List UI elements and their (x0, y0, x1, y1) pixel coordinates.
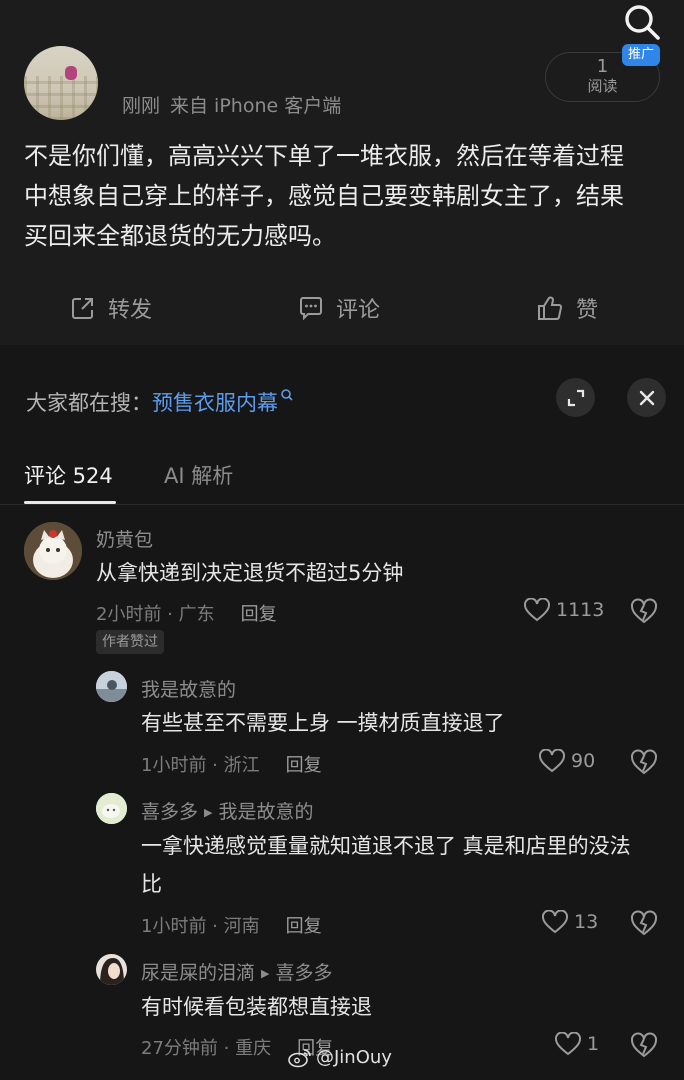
active-tab-indicator (24, 501, 116, 504)
hot-search-prefix: 大家都在搜： (26, 391, 152, 415)
dislike-button[interactable] (630, 1032, 658, 1062)
reply-like-button[interactable]: 13 (542, 910, 598, 934)
post-meta: 刚刚 来自 iPhone 客户端 (122, 91, 341, 118)
like-button[interactable]: 赞 (536, 286, 598, 330)
broken-heart-icon (631, 749, 657, 775)
reply-button[interactable]: 回复 (241, 604, 277, 625)
like-count: 90 (571, 750, 596, 772)
reply-button[interactable]: 回复 (286, 916, 322, 937)
reply-meta: 1小时前 · 河南 回复 (141, 912, 322, 938)
expand-button[interactable] (556, 378, 595, 417)
repost-icon (72, 298, 93, 319)
post-source: 来自 iPhone 客户端 (170, 95, 342, 117)
reply-time: 1小时前 · 浙江 (141, 755, 260, 776)
broken-heart-icon (631, 910, 657, 936)
reply-avatar[interactable] (96, 671, 127, 702)
reply-to-user[interactable]: 喜多多 (275, 962, 332, 984)
reply-time: 1小时前 · 河南 (141, 916, 260, 937)
reply-user: 喜多多 ▶ 我是故意的 (141, 797, 314, 824)
read-label: 阅读 (587, 77, 618, 95)
dislike-button[interactable] (630, 749, 658, 779)
comment-meta: 2小时前 · 广东 回复 (96, 600, 277, 626)
search-small-icon (281, 389, 293, 401)
reply-avatar[interactable] (96, 793, 127, 824)
reply-to-user[interactable]: 我是故意的 (218, 801, 313, 823)
reply-time: 27分钟前 · 重庆 (141, 1038, 272, 1059)
comment-icon (300, 297, 322, 321)
comment-user[interactable]: 奶黄包 (96, 525, 153, 552)
reply-like-button[interactable]: 1 (555, 1032, 599, 1056)
reply-user: 尿是屎的泪滴 ▶ 喜多多 (141, 958, 333, 985)
close-icon (639, 390, 654, 405)
heart-icon (542, 910, 568, 934)
reply-user[interactable]: 我是故意的 (141, 675, 236, 702)
reply-like-button[interactable]: 90 (539, 749, 595, 773)
author-liked-badge: 作者赞过 (96, 630, 164, 654)
heart-icon (555, 1032, 581, 1056)
dislike-button[interactable] (630, 598, 658, 628)
broken-heart-icon (631, 1032, 657, 1058)
post-time: 刚刚 (122, 95, 161, 117)
like-label: 赞 (576, 298, 599, 323)
reply-user-name[interactable]: 尿是屎的泪滴 (141, 962, 255, 984)
comment-text: 从拿快递到决定退货不超过5分钟 (96, 561, 404, 585)
reply-meta: 1小时前 · 浙江 回复 (141, 751, 322, 777)
weibo-logo-icon (288, 1048, 311, 1067)
repost-label: 转发 (108, 298, 153, 323)
reply-arrow-icon: ▶ (261, 967, 270, 980)
like-count: 13 (574, 911, 599, 933)
reply-arrow-icon: ▶ (204, 806, 213, 819)
post-action-bar: 转发 评论 赞 (0, 286, 684, 330)
author-avatar[interactable] (24, 46, 98, 120)
comment-label: 评论 (336, 298, 381, 323)
tab-comments[interactable]: 评论 524 (24, 460, 113, 490)
reply-text: 有时候看包装都想直接退 (141, 995, 372, 1019)
close-button[interactable] (627, 378, 666, 417)
watermark-text: @JinOuy (316, 1047, 392, 1068)
like-count: 1 (587, 1033, 600, 1055)
search-icon[interactable] (620, 0, 664, 44)
expand-icon (567, 389, 584, 406)
thumbs-up-icon (538, 296, 563, 320)
comment-like-button[interactable]: 1113 (524, 598, 604, 622)
reply-user-name[interactable]: 喜多多 (141, 801, 198, 823)
heart-icon (539, 749, 565, 773)
reply-text: 有些甚至不需要上身 一摸材质直接退了 (141, 711, 505, 735)
repost-button[interactable]: 转发 (70, 286, 152, 330)
hot-search-keyword[interactable]: 预售衣服内幕 (152, 391, 278, 415)
hot-search[interactable]: 大家都在搜：预售衣服内幕 (26, 387, 294, 417)
weibo-watermark: @JinOuy (288, 1047, 392, 1068)
reply-button[interactable]: 回复 (286, 755, 322, 776)
reply-avatar[interactable] (96, 954, 127, 985)
tab-ai-analysis[interactable]: AI 解析 (164, 460, 233, 490)
like-count: 1113 (556, 599, 605, 621)
broken-heart-icon (631, 598, 657, 624)
comment-avatar[interactable] (24, 522, 82, 580)
heart-icon (524, 598, 550, 622)
promo-badge: 推广 (622, 44, 660, 66)
dislike-button[interactable] (630, 910, 658, 940)
comment-button[interactable]: 评论 (298, 286, 380, 330)
post-text: 不是你们懂，高高兴兴下单了一堆衣服，然后在等着过程中想象自己穿上的样子，感觉自己… (24, 142, 624, 250)
reply-text: 一拿快递感觉重量就知道退不退了 真是和店里的没法比 (141, 834, 631, 896)
comment-tabs: 评论 524 AI 解析 (0, 453, 684, 505)
comment-time: 2小时前 · 广东 (96, 604, 215, 625)
